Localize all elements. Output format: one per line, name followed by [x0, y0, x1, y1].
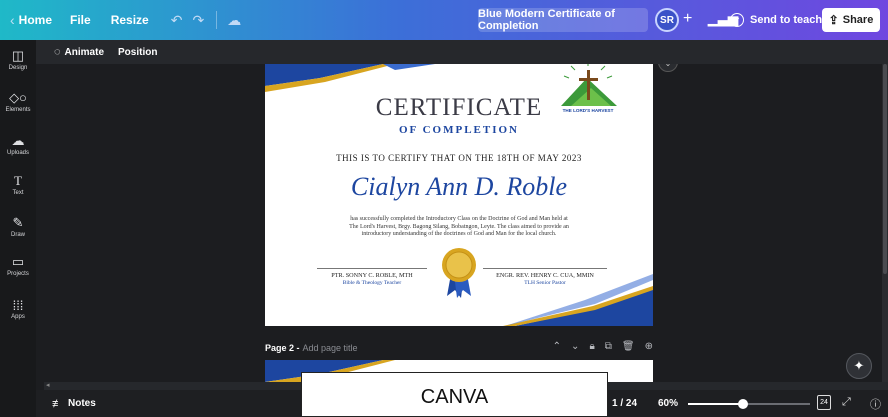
share-label: Share [842, 14, 874, 26]
chevron-down-icon: ⌄ [665, 64, 672, 68]
duplicate-icon[interactable]: ⧉ [605, 341, 612, 352]
toolbar-divider [216, 11, 218, 29]
position-label: Position [118, 46, 158, 58]
redo-icon[interactable]: ↷ [192, 12, 204, 29]
layout-icon: ◫ [11, 48, 25, 63]
animate-icon: ◌ [54, 46, 61, 58]
sidebar-item-apps[interactable]: ⁞⁞⁞ Apps [0, 298, 36, 320]
pen-icon: ✎ [12, 215, 24, 230]
cloud-saved-icon[interactable]: ☁ [227, 12, 241, 29]
watermark-label: CANVA [301, 372, 608, 417]
signature-left[interactable]: PTR. SONNY C. ROBLE, MTH Bible & Theolog… [317, 268, 427, 286]
position-button[interactable]: Position [118, 47, 157, 58]
signature-line [483, 268, 607, 269]
trash-icon[interactable]: 🗑︎ [622, 341, 635, 352]
share-button[interactable]: ⇪ Share [822, 8, 880, 32]
sidebar-item-label: Uploads [6, 150, 29, 156]
gold-seal [442, 248, 476, 298]
sidebar-item-label: Projects [7, 271, 29, 277]
sparkle-icon: ✦ [853, 358, 865, 373]
sidebar-item-label: Elements [5, 107, 31, 113]
chevron-left-icon: ‹ [10, 12, 15, 28]
signer-name: ENGR. REV. HENRY C. CUA, MMIN [496, 272, 594, 279]
vertical-scrollbar[interactable] [882, 64, 888, 382]
fullscreen-icon[interactable]: ⤢ [842, 396, 851, 409]
signature-line [317, 268, 427, 269]
undo-icon[interactable]: ↶ [171, 12, 183, 29]
text-icon: T [14, 173, 22, 188]
cloud-upload-icon: ☁ [11, 133, 25, 148]
sidebar-item-uploads[interactable]: ☁ Uploads [0, 133, 36, 156]
sidebar-item-elements[interactable]: ◇○ Elements [0, 90, 36, 113]
check-circle-icon: ✓ [730, 13, 744, 27]
zoom-level[interactable]: 60% [658, 398, 678, 409]
recipient-name[interactable]: Cialyn Ann D. Roble [265, 172, 653, 202]
certificate-title[interactable]: CERTIFICATE [265, 94, 653, 122]
certificate-page[interactable]: THE LORD'S HARVEST CERTIFICATE OF COMPLE… [265, 64, 653, 326]
sidebar-item-label: Draw [10, 232, 25, 238]
share-icon: ⇪ [828, 13, 839, 27]
lock-icon[interactable]: 🔒︎ [589, 341, 594, 352]
chevron-up-icon[interactable]: ⌃ [553, 341, 561, 352]
page2-label: Page 2 - [265, 343, 300, 353]
page-actions: ⌃ ⌄ 🔒︎ ⧉ 🗑︎ ⊕ [553, 341, 653, 352]
grid-icon: ⁞⁞⁞ [12, 298, 24, 313]
home-label: Home [18, 13, 53, 27]
sidebar-item-text[interactable]: T Text [0, 173, 36, 196]
certificate-subtitle[interactable]: OF COMPLETION [265, 124, 653, 136]
page-counter[interactable]: 1 / 24 [612, 398, 637, 409]
resize-button[interactable]: Resize [111, 13, 149, 27]
sidebar-item-label: Text [12, 190, 24, 196]
add-page-icon[interactable]: ⊕ [645, 341, 653, 352]
help-icon[interactable]: ⓘ [870, 396, 881, 412]
send-to-teacher-button[interactable]: ✓ Send to teacher [730, 8, 833, 32]
context-toolbar: ◌ Animate Position [36, 40, 888, 64]
scroll-left-arrow[interactable]: ◂ [46, 381, 50, 389]
chevron-down-icon[interactable]: ⌄ [571, 341, 579, 352]
animate-button[interactable]: ◌ Animate [54, 46, 104, 58]
magic-assistant-button[interactable]: ✦ [846, 353, 872, 379]
add-collaborator-icon[interactable]: + [683, 10, 692, 28]
pages-grid-icon[interactable]: 24 [817, 395, 831, 410]
sidebar-item-label: Apps [11, 314, 25, 320]
sidebar-item-design[interactable]: ◫ Design [0, 48, 36, 71]
sidebar-item-projects[interactable]: ▭ Projects [0, 254, 36, 277]
resize-label: Resize [110, 13, 149, 27]
avatar[interactable]: SR [655, 8, 679, 32]
file-menu-button[interactable]: File [70, 13, 91, 27]
collapse-toggle[interactable]: ⌄ [658, 64, 678, 72]
signer-role: Bible & Theology Teacher [342, 280, 402, 286]
top-toolbar: ‹ Home File Resize ↶ ↷ ☁ Blue Modern Cer… [0, 0, 888, 40]
zoom-slider-handle[interactable] [737, 399, 748, 409]
folder-icon: ▭ [11, 254, 25, 269]
send-label: Send to teacher [750, 14, 833, 26]
page2-header: Page 2 - Add page title ⌃ ⌄ 🔒︎ ⧉ 🗑︎ ⊕ [265, 340, 653, 356]
signature-right[interactable]: ENGR. REV. HENRY C. CUA, MMIN TLH Senior… [483, 268, 607, 286]
left-sidebar: ◫ Design ◇○ Elements ☁ Uploads T Text ✎ … [0, 40, 36, 417]
certify-line[interactable]: THIS IS TO CERTIFY THAT ON THE 18TH OF M… [265, 153, 653, 163]
zoom-slider-fill [688, 403, 743, 405]
shapes-icon: ◇○ [9, 90, 27, 105]
document-title[interactable]: Blue Modern Certificate of Completion [478, 8, 648, 32]
notes-button[interactable]: ≢ Notes [52, 398, 96, 410]
zoom-slider[interactable] [688, 399, 810, 409]
sidebar-item-label: Design [8, 65, 28, 71]
sidebar-item-draw[interactable]: ✎ Draw [0, 215, 36, 238]
notes-label: Notes [68, 398, 96, 409]
certificate-body[interactable]: has successfully completed the Introduct… [345, 216, 573, 239]
canvas-area[interactable]: THE LORD'S HARVEST CERTIFICATE OF COMPLE… [36, 64, 882, 382]
page-title-input[interactable]: Add page title [303, 343, 358, 353]
scroll-thumb[interactable] [883, 64, 887, 274]
file-label: File [70, 13, 91, 27]
signer-role: TLH Senior Pastor [524, 280, 566, 286]
notes-icon: ≢ [52, 397, 63, 410]
home-button[interactable]: ‹ Home [10, 12, 52, 28]
animate-label: Animate [64, 46, 104, 58]
signer-name: PTR. SONNY C. ROBLE, MTH [331, 272, 413, 279]
